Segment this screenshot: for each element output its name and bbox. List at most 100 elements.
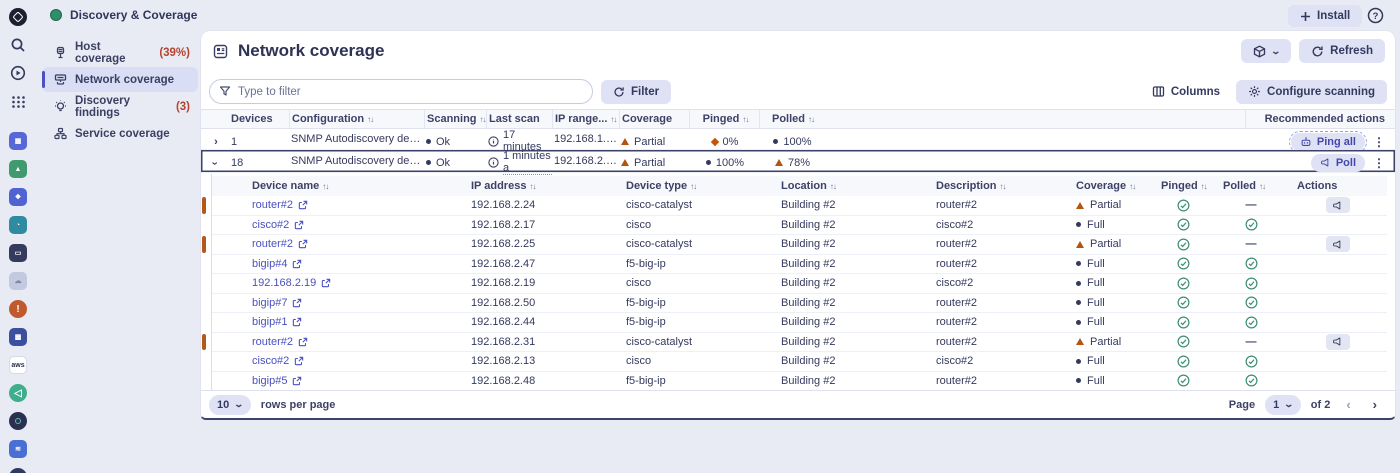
refresh-button[interactable]: Refresh xyxy=(1299,39,1385,63)
table-row[interactable]: › 1 SNMP Autodiscovery demo.l... Ok 17 m… xyxy=(201,129,1395,154)
cubes-app-icon[interactable]: ▦ xyxy=(8,131,28,151)
prev-page-button[interactable]: ‹ xyxy=(1340,397,1356,412)
device-link[interactable]: bigip#5 xyxy=(252,375,302,387)
col-header-sub-polled[interactable]: Polled ↑↓ xyxy=(1214,180,1288,192)
col-header-device-type[interactable]: Device type ↑↓ xyxy=(617,180,772,192)
device-link[interactable]: cisco#2 xyxy=(252,219,304,231)
sidebar-item-service-coverage[interactable]: Service coverage xyxy=(42,121,198,146)
play-app-icon[interactable]: ◁ xyxy=(8,383,28,403)
layers-app-icon[interactable]: ≋ xyxy=(8,439,28,459)
description-cell: router#2 xyxy=(936,316,977,329)
col-header-ip-address[interactable]: IP address ↑↓ xyxy=(462,180,617,192)
sort-icon: ↑↓ xyxy=(999,181,1007,191)
col-header-polled[interactable]: Polled ↑↓ xyxy=(759,110,824,128)
gallery-app-icon[interactable]: ▲ xyxy=(8,159,28,179)
device-row[interactable]: cisco#2 192.168.2.13 cisco Building #2 c… xyxy=(212,352,1387,372)
cloud-app-icon[interactable]: ☁ xyxy=(8,271,28,291)
poll-action-button[interactable] xyxy=(1325,236,1350,253)
device-link[interactable]: bigip#7 xyxy=(252,297,302,309)
sidebar-item-host-coverage[interactable]: Host coverage (39%) xyxy=(42,40,198,65)
device-link[interactable]: cisco#2 xyxy=(252,355,304,367)
device-row[interactable]: cisco#2 192.168.2.17 cisco Building #2 c… xyxy=(212,215,1387,235)
description-cell: router#2 xyxy=(936,296,977,309)
page-select[interactable]: 1 ⌄ xyxy=(1265,394,1301,415)
ip-address-cell: 192.168.2.13 xyxy=(471,355,536,368)
col-header-ip-range[interactable]: IP range... ↑↓ xyxy=(552,110,619,128)
check-circle-icon xyxy=(1245,218,1257,231)
refresh-icon xyxy=(1312,45,1323,56)
device-link[interactable]: router#2 xyxy=(252,238,308,250)
device-link[interactable]: router#2 xyxy=(252,199,308,211)
mosaic-app-icon[interactable]: ▩ xyxy=(8,327,28,347)
aws-app-icon[interactable]: aws xyxy=(8,355,28,375)
device-row[interactable]: router#2 192.168.2.24 cisco-catalyst Bui… xyxy=(202,196,1387,216)
alert-app-icon[interactable]: ! xyxy=(8,299,28,319)
device-link[interactable]: 192.168.2.19 xyxy=(252,277,331,289)
sidebar-item-network-coverage[interactable]: Network coverage xyxy=(42,67,198,92)
device-row[interactable]: bigip#5 192.168.2.48 f5-big-ip Building … xyxy=(212,371,1387,391)
install-button[interactable]: Install xyxy=(1288,5,1363,27)
row-menu-icon[interactable]: ⋮ xyxy=(1373,156,1385,170)
globe-app-icon[interactable]: ◔ xyxy=(8,215,28,235)
megaphone-icon xyxy=(1333,201,1341,210)
pinged-cell xyxy=(1152,216,1214,235)
megaphone-icon xyxy=(1333,337,1341,346)
apps-grid-icon[interactable] xyxy=(8,91,28,111)
col-header-sub-coverage[interactable]: Coverage ↑↓ xyxy=(1067,180,1152,192)
device-link[interactable]: bigip#4 xyxy=(252,258,302,270)
poll-button[interactable]: Poll xyxy=(1310,153,1365,172)
col-header-devices[interactable]: Devices xyxy=(229,110,289,128)
table-footer: 10 ⌄ rows per page Page 1 ⌄ of 2 ‹ › xyxy=(201,390,1395,418)
col-header-scanning[interactable]: Scanning ↑↓ xyxy=(424,110,487,128)
table-row-expanded[interactable]: › 18 SNMP Autodiscovery demo.l... Ok 1 m… xyxy=(201,150,1395,175)
next-page-button[interactable]: › xyxy=(1367,397,1383,412)
compass-app-icon[interactable] xyxy=(8,411,28,431)
last-scan-cell[interactable]: 1 minutes a xyxy=(486,150,552,175)
device-name-cell: bigip#4 xyxy=(212,255,462,274)
col-header-pinged[interactable]: Pinged ↑↓ xyxy=(689,110,759,128)
row-menu-icon[interactable]: ⋮ xyxy=(1373,135,1385,149)
device-name-cell: router#2 xyxy=(202,333,462,352)
search-icon[interactable] xyxy=(8,35,28,55)
poll-action-button[interactable] xyxy=(1325,197,1350,214)
polled-cell: — xyxy=(1214,196,1288,215)
monitor-app-icon[interactable]: ▭ xyxy=(8,243,28,263)
panel-title-icon xyxy=(213,44,228,58)
package-dropdown-button[interactable]: ⌄ xyxy=(1240,39,1292,63)
external-link-icon xyxy=(298,201,308,210)
ping-all-button[interactable]: Ping all xyxy=(1288,130,1368,153)
device-row[interactable]: bigip#7 192.168.2.50 f5-big-ip Building … xyxy=(212,293,1387,313)
collapse-chevron-icon[interactable]: › xyxy=(203,149,228,177)
device-row[interactable]: router#2 192.168.2.31 cisco-catalyst Bui… xyxy=(202,332,1387,352)
rows-per-page-select[interactable]: 10 ⌄ xyxy=(209,394,251,415)
col-header-coverage[interactable]: Coverage xyxy=(619,110,689,128)
columns-button[interactable]: Columns xyxy=(1146,80,1226,104)
check-circle-icon xyxy=(1245,277,1257,290)
help-icon[interactable]: ? xyxy=(1366,6,1385,25)
poll-action-button[interactable] xyxy=(1325,333,1350,350)
device-row[interactable]: router#2 192.168.2.25 cisco-catalyst Bui… xyxy=(202,235,1387,255)
external-link-icon xyxy=(295,357,304,366)
external-link-icon xyxy=(322,279,331,288)
device-row[interactable]: bigip#4 192.168.2.47 f5-big-ip Building … xyxy=(212,254,1387,274)
col-header-device-name[interactable]: Device name ↑↓ xyxy=(212,180,462,192)
tiles-app-icon[interactable]: ❖ xyxy=(8,187,28,207)
col-header-sub-pinged[interactable]: Pinged ↑↓ xyxy=(1152,180,1214,192)
device-link[interactable]: router#2 xyxy=(252,336,308,348)
play-circle-icon[interactable] xyxy=(8,63,28,83)
col-header-last-scan[interactable]: Last scan xyxy=(486,110,552,128)
col-header-description[interactable]: Description ↑↓ xyxy=(927,180,1067,192)
filter-input[interactable] xyxy=(209,79,593,104)
device-link[interactable]: bigip#1 xyxy=(252,316,302,328)
subtable-header-row: Device name ↑↓ IP address ↑↓ Device type ↑↓… xyxy=(212,176,1387,196)
configure-scanning-button[interactable]: Configure scanning xyxy=(1236,79,1387,104)
sidebar-item-discovery-findings[interactable]: Discovery findings (3) xyxy=(42,94,198,119)
col-header-configuration[interactable]: Configuration ↑↓ xyxy=(289,110,424,128)
col-header-location[interactable]: Location ↑↓ xyxy=(772,180,927,192)
filter-button[interactable]: Filter xyxy=(601,79,672,104)
device-row[interactable]: 192.168.2.19 192.168.2.19 cisco Building… xyxy=(212,274,1387,294)
logo-icon[interactable] xyxy=(8,7,28,27)
camera-app-icon[interactable]: ◉ xyxy=(8,467,28,473)
device-row[interactable]: bigip#1 192.168.2.44 f5-big-ip Building … xyxy=(212,313,1387,333)
device-type-cell: f5-big-ip xyxy=(626,316,666,329)
